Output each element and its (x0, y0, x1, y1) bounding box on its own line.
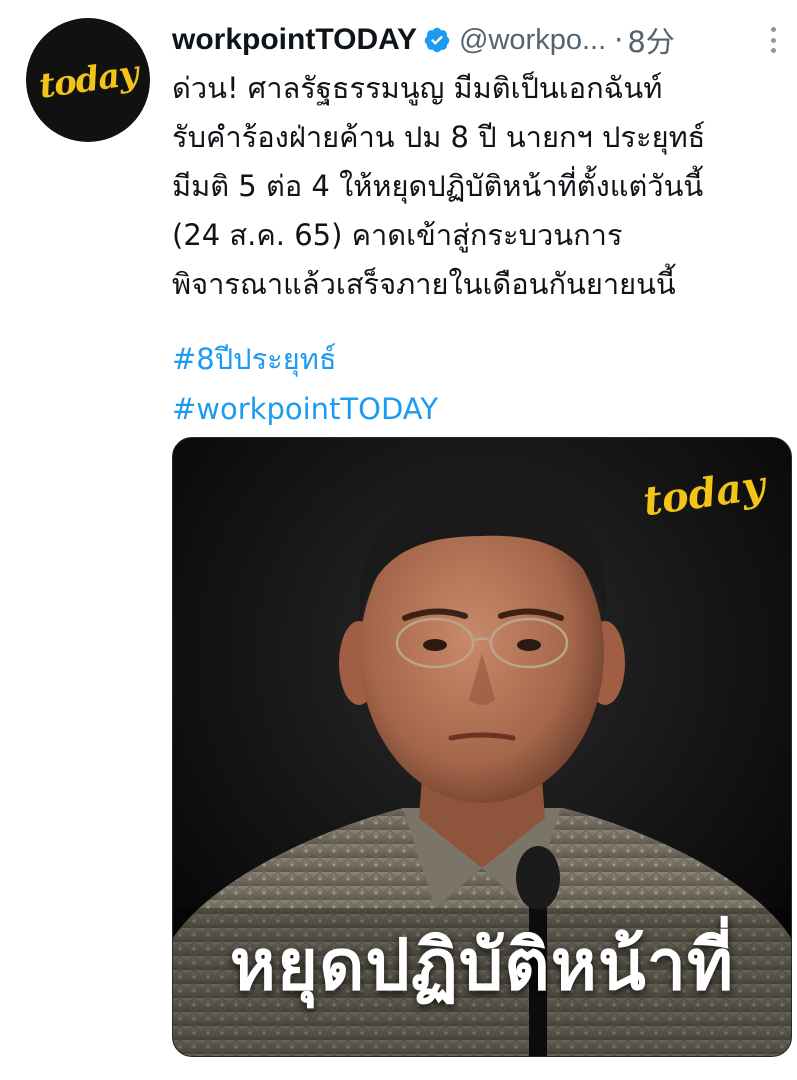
tweet-header: workpointTODAY @workpo... · 8分 (172, 18, 777, 62)
hashtag-list: #8ปีประยุทธ์ #workpointTODAY (172, 334, 438, 434)
hashtag-link[interactable]: #8ปีประยุทธ์ (172, 334, 438, 384)
timestamp[interactable]: 8分 (627, 19, 674, 61)
tweet[interactable]: today workpointTODAY @workpo... · 8分 ด่ว… (0, 0, 797, 1080)
tweet-text-line: ด่วน! ศาลรัฐธรรมนูญ มีมติเป็นเอกฉันท์ (172, 71, 663, 105)
verified-badge-icon (424, 27, 450, 53)
handle[interactable]: @workpo... (459, 24, 606, 57)
hashtag-link[interactable]: #workpointTODAY (172, 384, 438, 434)
tweet-media-image[interactable]: today หยุดปฏิบัติหน้าที่ (172, 437, 792, 1057)
avatar[interactable]: today (26, 18, 150, 142)
tweet-text: ด่วน! ศาลรัฐธรรมนูญ มีมติเป็นเอกฉันท์ รั… (172, 64, 772, 309)
tweet-text-line: (24 ส.ค. 65) คาดเข้าสู่กระบวนการ (172, 218, 623, 252)
separator-dot: · (614, 23, 624, 57)
display-name[interactable]: workpointTODAY (172, 23, 417, 57)
tweet-text-line: พิจารณาแล้วเสร็จภายในเดือนกันยายนนี้ (172, 267, 676, 301)
more-vertical-icon[interactable] (769, 27, 777, 53)
avatar-logo: today (36, 53, 140, 107)
media-caption: หยุดปฏิบัติหน้าที่ (229, 924, 735, 1006)
tweet-text-line: รับคำร้องฝ่ายค้าน ปม 8 ปี นายกฯ ประยุทธ์ (172, 120, 706, 154)
tweet-text-line: มีมติ 5 ต่อ 4 ให้หยุดปฏิบัติหน้าที่ตั้งแ… (172, 169, 704, 203)
